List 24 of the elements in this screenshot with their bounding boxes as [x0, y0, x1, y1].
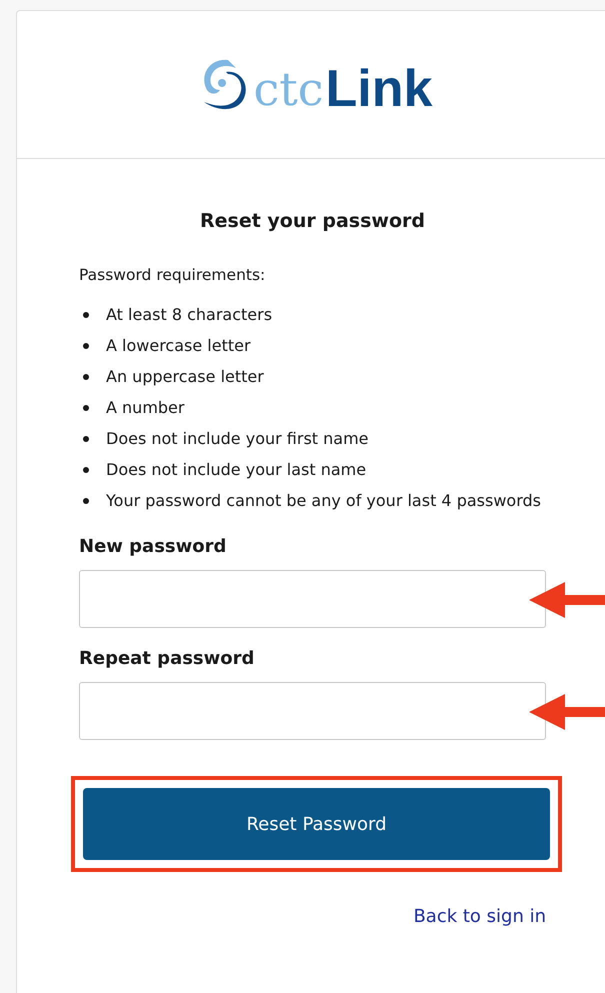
bullet-icon	[83, 343, 89, 349]
bullet-icon	[83, 312, 89, 318]
bullet-icon	[83, 498, 89, 504]
bullet-icon	[83, 374, 89, 380]
bullet-icon	[83, 467, 89, 473]
requirement-text: A lowercase letter	[106, 335, 251, 357]
requirement-text: A number	[106, 397, 184, 419]
bullet-icon	[83, 405, 89, 411]
field-label: Repeat password	[79, 647, 256, 671]
bullet-icon	[83, 436, 89, 442]
password-field[interactable]	[79, 682, 546, 740]
requirement-text: Does not include your last name	[106, 459, 366, 481]
page-title: Reset your password	[199, 209, 426, 233]
requirement-text: Your password cannot be any of your last 4 passwords	[106, 490, 541, 512]
requirements-heading: Password requirements:	[79, 265, 266, 286]
reset-password-button[interactable]: Reset Password	[83, 788, 550, 860]
requirement-text: An uppercase letter	[106, 366, 264, 388]
logo-text: ctc	[254, 64, 324, 114]
logo-text: Link	[326, 64, 432, 114]
back-to-sign-in-link[interactable]: Back to sign in	[413, 906, 546, 927]
password-field[interactable]	[79, 570, 546, 628]
field-label: New password	[79, 535, 228, 559]
requirement-text: At least 8 characters	[106, 304, 272, 326]
requirement-text: Does not include your first name	[106, 428, 369, 450]
